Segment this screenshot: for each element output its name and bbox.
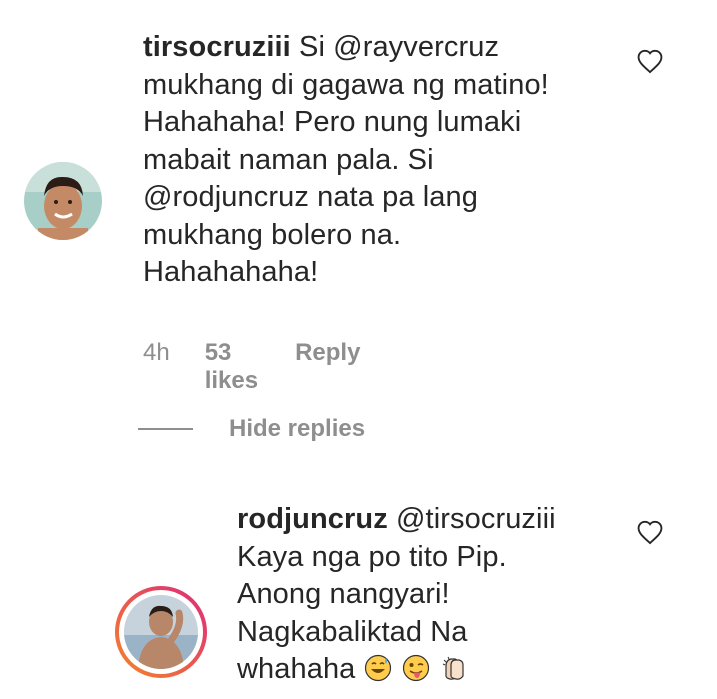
comment-line-text: Si @rayvercruz	[299, 31, 500, 63]
reply-line-5: whahaha	[237, 651, 617, 693]
reply-username[interactable]: rodjuncruz	[237, 503, 388, 535]
clapping-hands-emoji	[440, 654, 468, 693]
story-ring-avatar[interactable]	[115, 586, 207, 678]
reply-like-heart-icon[interactable]	[636, 519, 664, 545]
comment-line-6: mukhang bolero na.	[143, 218, 402, 251]
reply-line-4: Nagkabaliktad Na	[237, 615, 468, 648]
comment-line-4: mabait naman pala. Si	[143, 143, 434, 176]
sweat-smile-emoji	[364, 654, 392, 693]
comment-line-2: mukhang di gagawa ng matino!	[143, 68, 549, 101]
like-heart-icon[interactable]	[636, 48, 664, 74]
reply-line-text: whahaha	[237, 653, 356, 685]
comment-timestamp[interactable]: 4h	[143, 339, 170, 367]
comment-line-1: tirsocruziii Si @rayvercruz	[143, 29, 623, 67]
divider-line	[138, 428, 193, 430]
reply-line-2: Kaya nga po tito Pip.	[237, 540, 507, 573]
comment-username[interactable]: tirsocruziii	[143, 31, 291, 63]
hide-replies-label: Hide replies	[229, 415, 366, 442]
avatar[interactable]	[24, 162, 102, 240]
reply-button[interactable]: Reply	[295, 339, 360, 367]
comment-line-3: Hahahaha! Pero nung lumaki	[143, 106, 522, 138]
reply-line-3: Anong nangyari!	[237, 578, 450, 610]
comment-text: tirsocruziii Si @rayvercruz mukhang di g…	[143, 29, 623, 292]
comment-line-5: @rodjuncruz nata pa lang	[143, 181, 478, 213]
reply-line-1: rodjuncruz @tirsocruziii	[237, 501, 617, 539]
comment-line-7: Hahahahaha!	[143, 256, 319, 288]
comment-likes-count[interactable]: 53 likes	[205, 339, 258, 395]
tongue-wink-emoji	[402, 654, 430, 693]
hide-replies-button[interactable]: Hide replies	[138, 415, 365, 443]
reply-text: rodjuncruz @tirsocruziii Kaya nga po tit…	[237, 501, 617, 693]
comment-meta: 4h 53 likes Reply	[143, 339, 360, 395]
reply-mention[interactable]: @tirsocruziii	[396, 503, 556, 535]
